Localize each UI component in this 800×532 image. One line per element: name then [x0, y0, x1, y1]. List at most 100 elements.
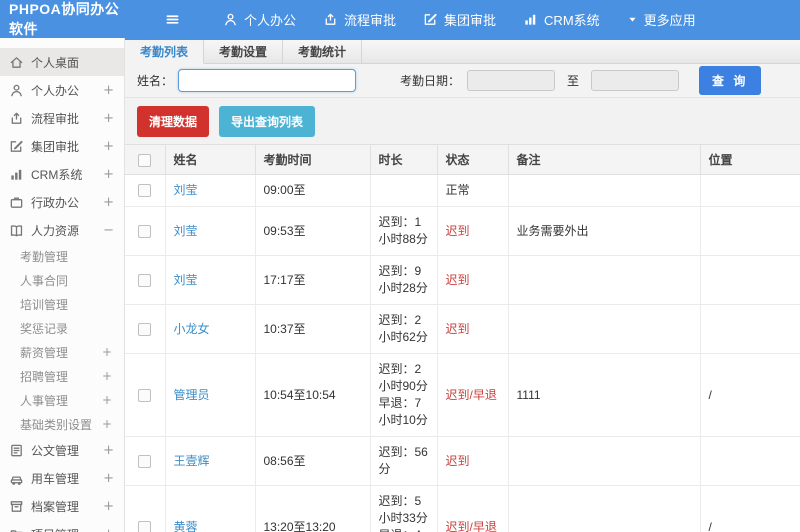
nav-item-label: CRM系统	[544, 12, 600, 28]
row-checkbox[interactable]	[138, 388, 152, 402]
name-input[interactable]	[178, 69, 357, 92]
employee-name-link[interactable]: 刘莹	[174, 183, 198, 197]
attendance-table-wrap: 姓名 考勤时间 时长 状态 备注 位置 刘莹 09:00至 正常 刘莹 09:53至 迟到：1小时8…	[125, 144, 800, 532]
sidebar-item-label: 项目管理	[31, 526, 79, 532]
sidebar-item-项目管理[interactable]: 项目管理 +	[0, 520, 124, 532]
menu-toggle-button[interactable]	[165, 12, 180, 27]
employee-name-link[interactable]: 王壹辉	[174, 454, 210, 468]
time-cell: 10:54至10:54	[255, 353, 371, 437]
expand-plus-icon[interactable]: +	[102, 417, 112, 431]
sidebar-item-CRM系统[interactable]: CRM系统 +	[0, 160, 124, 188]
edit-icon	[423, 12, 438, 27]
sidebar-subitem-考勤管理[interactable]: 考勤管理	[0, 244, 124, 268]
remark-cell	[508, 255, 701, 305]
export-list-button[interactable]: 导出查询列表	[219, 106, 316, 137]
sidebar-subitem-培训管理[interactable]: 培训管理	[0, 292, 124, 316]
sidebar-item-人力资源[interactable]: 人力资源 −	[0, 216, 124, 244]
sidebar-item-个人桌面[interactable]: 个人桌面	[0, 48, 124, 76]
expand-plus-icon[interactable]: +	[102, 393, 112, 407]
status-badge: 迟到	[445, 321, 470, 336]
sidebar-subitem-奖惩记录[interactable]: 奖惩记录	[0, 316, 124, 340]
sidebar-subitem-薪资管理[interactable]: 薪资管理 +	[0, 340, 124, 364]
sidebar-subitem-label: 基础类别设置	[20, 417, 93, 432]
employee-name-link[interactable]: 黄蓉	[174, 520, 198, 532]
expand-plus-icon[interactable]: +	[103, 527, 114, 532]
sidebar-item-公文管理[interactable]: 公文管理 +	[0, 436, 124, 464]
name-cell: 刘莹	[165, 174, 256, 207]
expand-plus-icon[interactable]: +	[103, 111, 114, 126]
sidebar-subitem-label: 招聘管理	[20, 369, 69, 384]
column-header-时长: 时长	[370, 144, 438, 175]
sidebar-item-流程审批[interactable]: 流程审批 +	[0, 104, 124, 132]
sidebar-item-档案管理[interactable]: 档案管理 +	[0, 492, 124, 520]
sidebar: 个人桌面 个人办公 + 流程审批 + 集团审批 + CRM系统 + 行政办公 + 人力资源 − 考勤管理人…	[0, 38, 125, 532]
sidebar-item-用车管理[interactable]: 用车管理 +	[0, 464, 124, 492]
doc-icon	[9, 443, 24, 458]
expand-plus-icon[interactable]: +	[103, 83, 114, 98]
expand-plus-icon[interactable]: +	[102, 345, 112, 359]
folder-icon	[9, 527, 24, 532]
sidebar-item-label: 人力资源	[31, 223, 80, 238]
employee-name-link[interactable]: 小龙女	[174, 322, 210, 336]
briefcase-icon	[9, 195, 24, 210]
name-cell: 王壹辉	[165, 436, 256, 486]
row-checkbox[interactable]	[138, 454, 152, 468]
row-checkbox[interactable]	[138, 273, 152, 287]
nav-item-个人办公[interactable]: 个人办公	[223, 10, 296, 29]
employee-name-link[interactable]: 刘莹	[174, 273, 198, 287]
tab-考勤统计[interactable]: 考勤统计	[283, 40, 363, 63]
sidebar-item-个人办公[interactable]: 个人办公 +	[0, 76, 124, 104]
expand-plus-icon[interactable]: +	[103, 471, 114, 486]
nav-item-更多应用[interactable]: 更多应用	[627, 10, 696, 29]
date-from-input[interactable]	[467, 70, 556, 91]
user-icon	[9, 83, 24, 98]
tab-考勤列表[interactable]: 考勤列表	[125, 40, 205, 64]
expand-plus-icon[interactable]: +	[103, 167, 114, 182]
tab-考勤设置[interactable]: 考勤设置	[204, 40, 284, 63]
row-select-cell	[125, 436, 166, 486]
duration-line: 迟到：9小时28分	[378, 264, 428, 295]
sidebar-subitem-人事合同[interactable]: 人事合同	[0, 268, 124, 292]
expand-plus-icon[interactable]: +	[102, 369, 112, 383]
archive-icon	[9, 499, 24, 514]
status-cell: 迟到	[437, 436, 509, 486]
app-logo: PHPOA协同办公软件	[9, 1, 120, 37]
car-icon	[9, 471, 24, 486]
sidebar-subitem-招聘管理[interactable]: 招聘管理 +	[0, 364, 124, 388]
query-button[interactable]: 查 询	[699, 66, 762, 95]
date-to-input[interactable]	[591, 70, 680, 91]
sidebar-item-label: 流程审批	[31, 111, 80, 126]
remark-cell	[508, 174, 701, 207]
sidebar-item-行政办公[interactable]: 行政办公 +	[0, 188, 124, 216]
employee-name-link[interactable]: 管理员	[174, 388, 210, 402]
table-header-row: 姓名 考勤时间 时长 状态 备注 位置	[125, 144, 800, 175]
employee-name-link[interactable]: 刘莹	[174, 224, 198, 238]
table-row: 黄蓉13:20至13:20迟到：5小时33分早退：4小时67分迟到/早退/	[125, 485, 800, 532]
nav-item-集团审批[interactable]: 集团审批	[423, 10, 496, 29]
row-checkbox[interactable]	[138, 184, 152, 198]
nav-item-流程审批[interactable]: 流程审批	[323, 10, 396, 29]
sidebar-subitem-基础类别设置[interactable]: 基础类别设置 +	[0, 412, 124, 436]
sidebar-item-label: 个人办公	[31, 83, 80, 98]
sidebar-subitem-人事管理[interactable]: 人事管理 +	[0, 388, 124, 412]
location-cell	[700, 436, 800, 486]
nav-item-CRM系统[interactable]: CRM系统	[523, 10, 600, 29]
location-cell	[700, 174, 800, 207]
expand-plus-icon[interactable]: +	[103, 443, 114, 458]
select-all-checkbox[interactable]	[138, 153, 152, 167]
sidebar-item-label: 用车管理	[31, 471, 80, 486]
table-row: 刘莹 09:00至 正常	[125, 174, 800, 207]
collapse-minus-icon[interactable]: −	[103, 223, 114, 238]
expand-plus-icon[interactable]: +	[103, 139, 114, 154]
expand-plus-icon[interactable]: +	[103, 195, 114, 210]
column-header-状态: 状态	[437, 144, 509, 175]
row-checkbox[interactable]	[138, 322, 152, 336]
expand-plus-icon[interactable]: +	[103, 499, 114, 514]
remark-cell	[508, 304, 701, 354]
row-checkbox[interactable]	[138, 520, 152, 532]
row-checkbox[interactable]	[138, 224, 152, 238]
clean-data-button[interactable]: 清理数据	[137, 106, 210, 137]
top-nav: 个人办公 流程审批 集团审批 CRM系统 更多应用	[196, 10, 696, 29]
edit-icon	[9, 139, 24, 154]
sidebar-item-集团审批[interactable]: 集团审批 +	[0, 132, 124, 160]
